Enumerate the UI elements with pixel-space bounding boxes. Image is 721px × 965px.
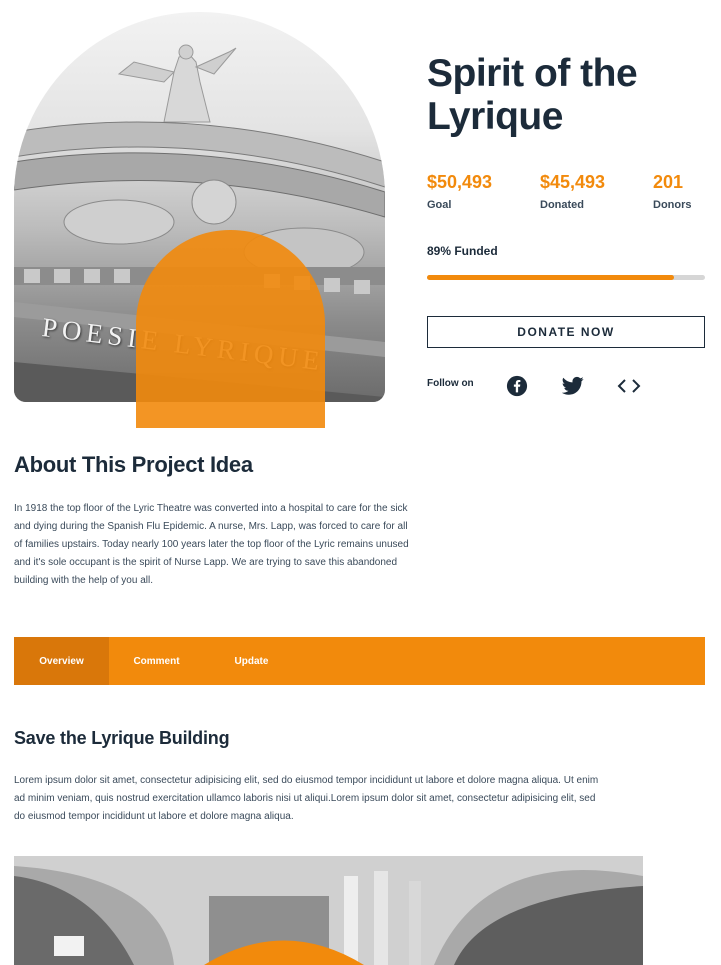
ruins-illustration bbox=[14, 856, 643, 965]
project-tabs: Overview Comment Update bbox=[14, 637, 705, 685]
stat-donated-value: $45,493 bbox=[540, 172, 606, 192]
about-description: In 1918 the top floor of the Lyric Theat… bbox=[14, 503, 409, 586]
stat-goal-value: $50,493 bbox=[427, 172, 493, 192]
stat-goal-label: Goal bbox=[427, 199, 452, 211]
overview-description: Lorem ipsum dolor sit amet, consectetur … bbox=[14, 775, 599, 822]
tab-comment[interactable]: Comment bbox=[109, 637, 204, 685]
ruins-image bbox=[14, 856, 643, 965]
stat-donated-label: Donated bbox=[540, 199, 584, 211]
twitter-icon[interactable] bbox=[561, 374, 585, 398]
stat-donors: 201 Donors bbox=[653, 172, 692, 211]
facebook-icon[interactable] bbox=[505, 374, 529, 398]
funding-progress-fill bbox=[427, 275, 675, 280]
embed-code-icon[interactable] bbox=[617, 374, 641, 398]
about-title: About This Project Idea bbox=[14, 452, 253, 477]
donate-now-button[interactable]: DONATE NOW bbox=[427, 316, 705, 348]
follow-on-label: Follow on bbox=[427, 378, 474, 389]
hero-image-block: POESIE LYRIQUE bbox=[14, 12, 385, 428]
overview-title: Save the Lyrique Building bbox=[14, 728, 230, 748]
orange-arch-decoration bbox=[136, 230, 325, 428]
funding-progress-bar bbox=[427, 275, 705, 280]
funded-label: 89% Funded bbox=[427, 244, 498, 258]
tab-overview[interactable]: Overview bbox=[14, 637, 109, 685]
stat-goal: $50,493 Goal bbox=[427, 172, 492, 211]
tab-update[interactable]: Update bbox=[204, 637, 299, 685]
stat-donors-value: 201 bbox=[653, 172, 684, 192]
project-title: Spirit of the Lyrique bbox=[427, 52, 638, 138]
stat-donors-label: Donors bbox=[653, 199, 692, 211]
stat-donated: $45,493 Donated bbox=[540, 172, 605, 211]
